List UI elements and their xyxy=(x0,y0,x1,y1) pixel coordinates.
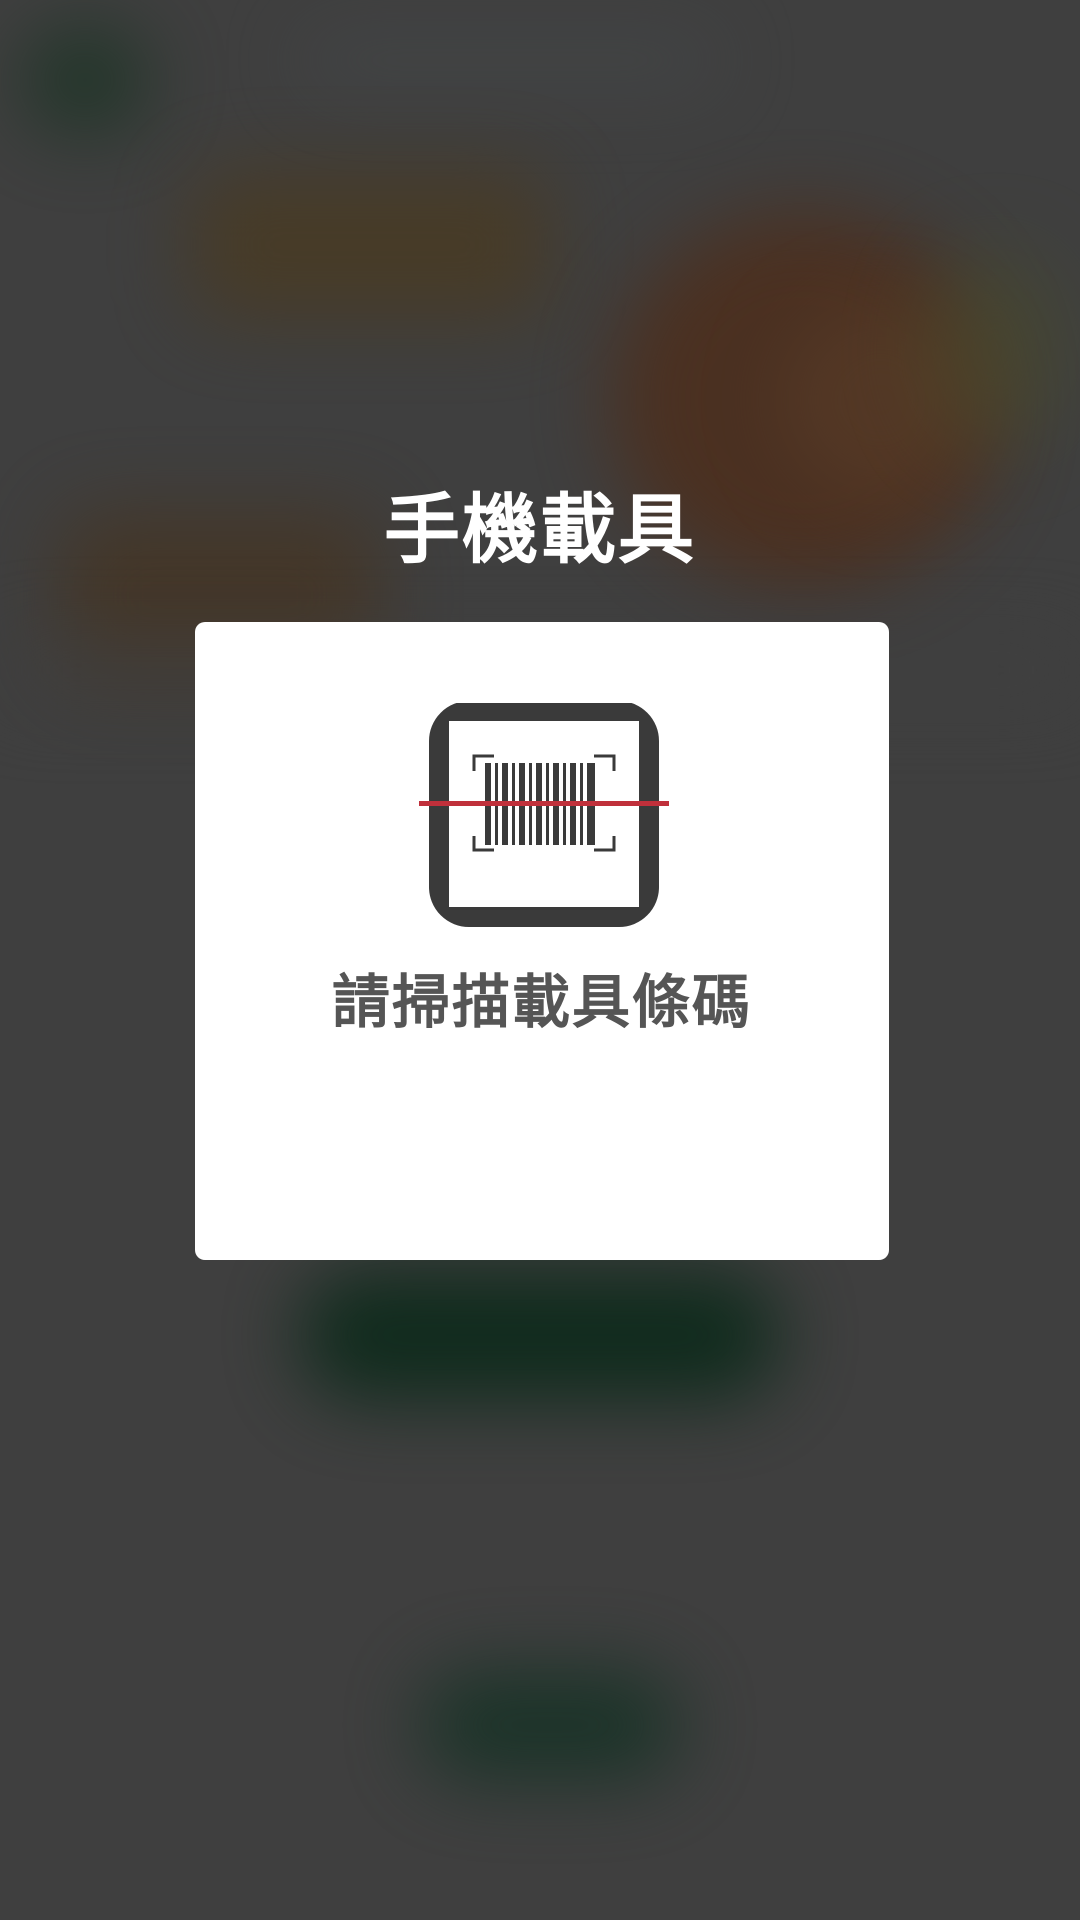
barcode-scan-icon xyxy=(419,703,669,927)
modal-title: 手機載具 xyxy=(384,485,696,574)
blurred-logo xyxy=(20,25,150,135)
blurred-secondary-button xyxy=(420,1670,680,1780)
blurred-header xyxy=(300,30,720,90)
scan-dialog[interactable]: 請掃描載具條碼 xyxy=(195,622,889,1260)
scan-prompt: 請掃描載具條碼 xyxy=(331,968,752,1036)
screen: 手機載具 請掃描載具條碼 xyxy=(0,0,1080,1920)
blurred-primary-button xyxy=(300,1270,780,1400)
blurred-banner-image xyxy=(920,250,1070,450)
blurred-banner-image xyxy=(190,170,550,320)
